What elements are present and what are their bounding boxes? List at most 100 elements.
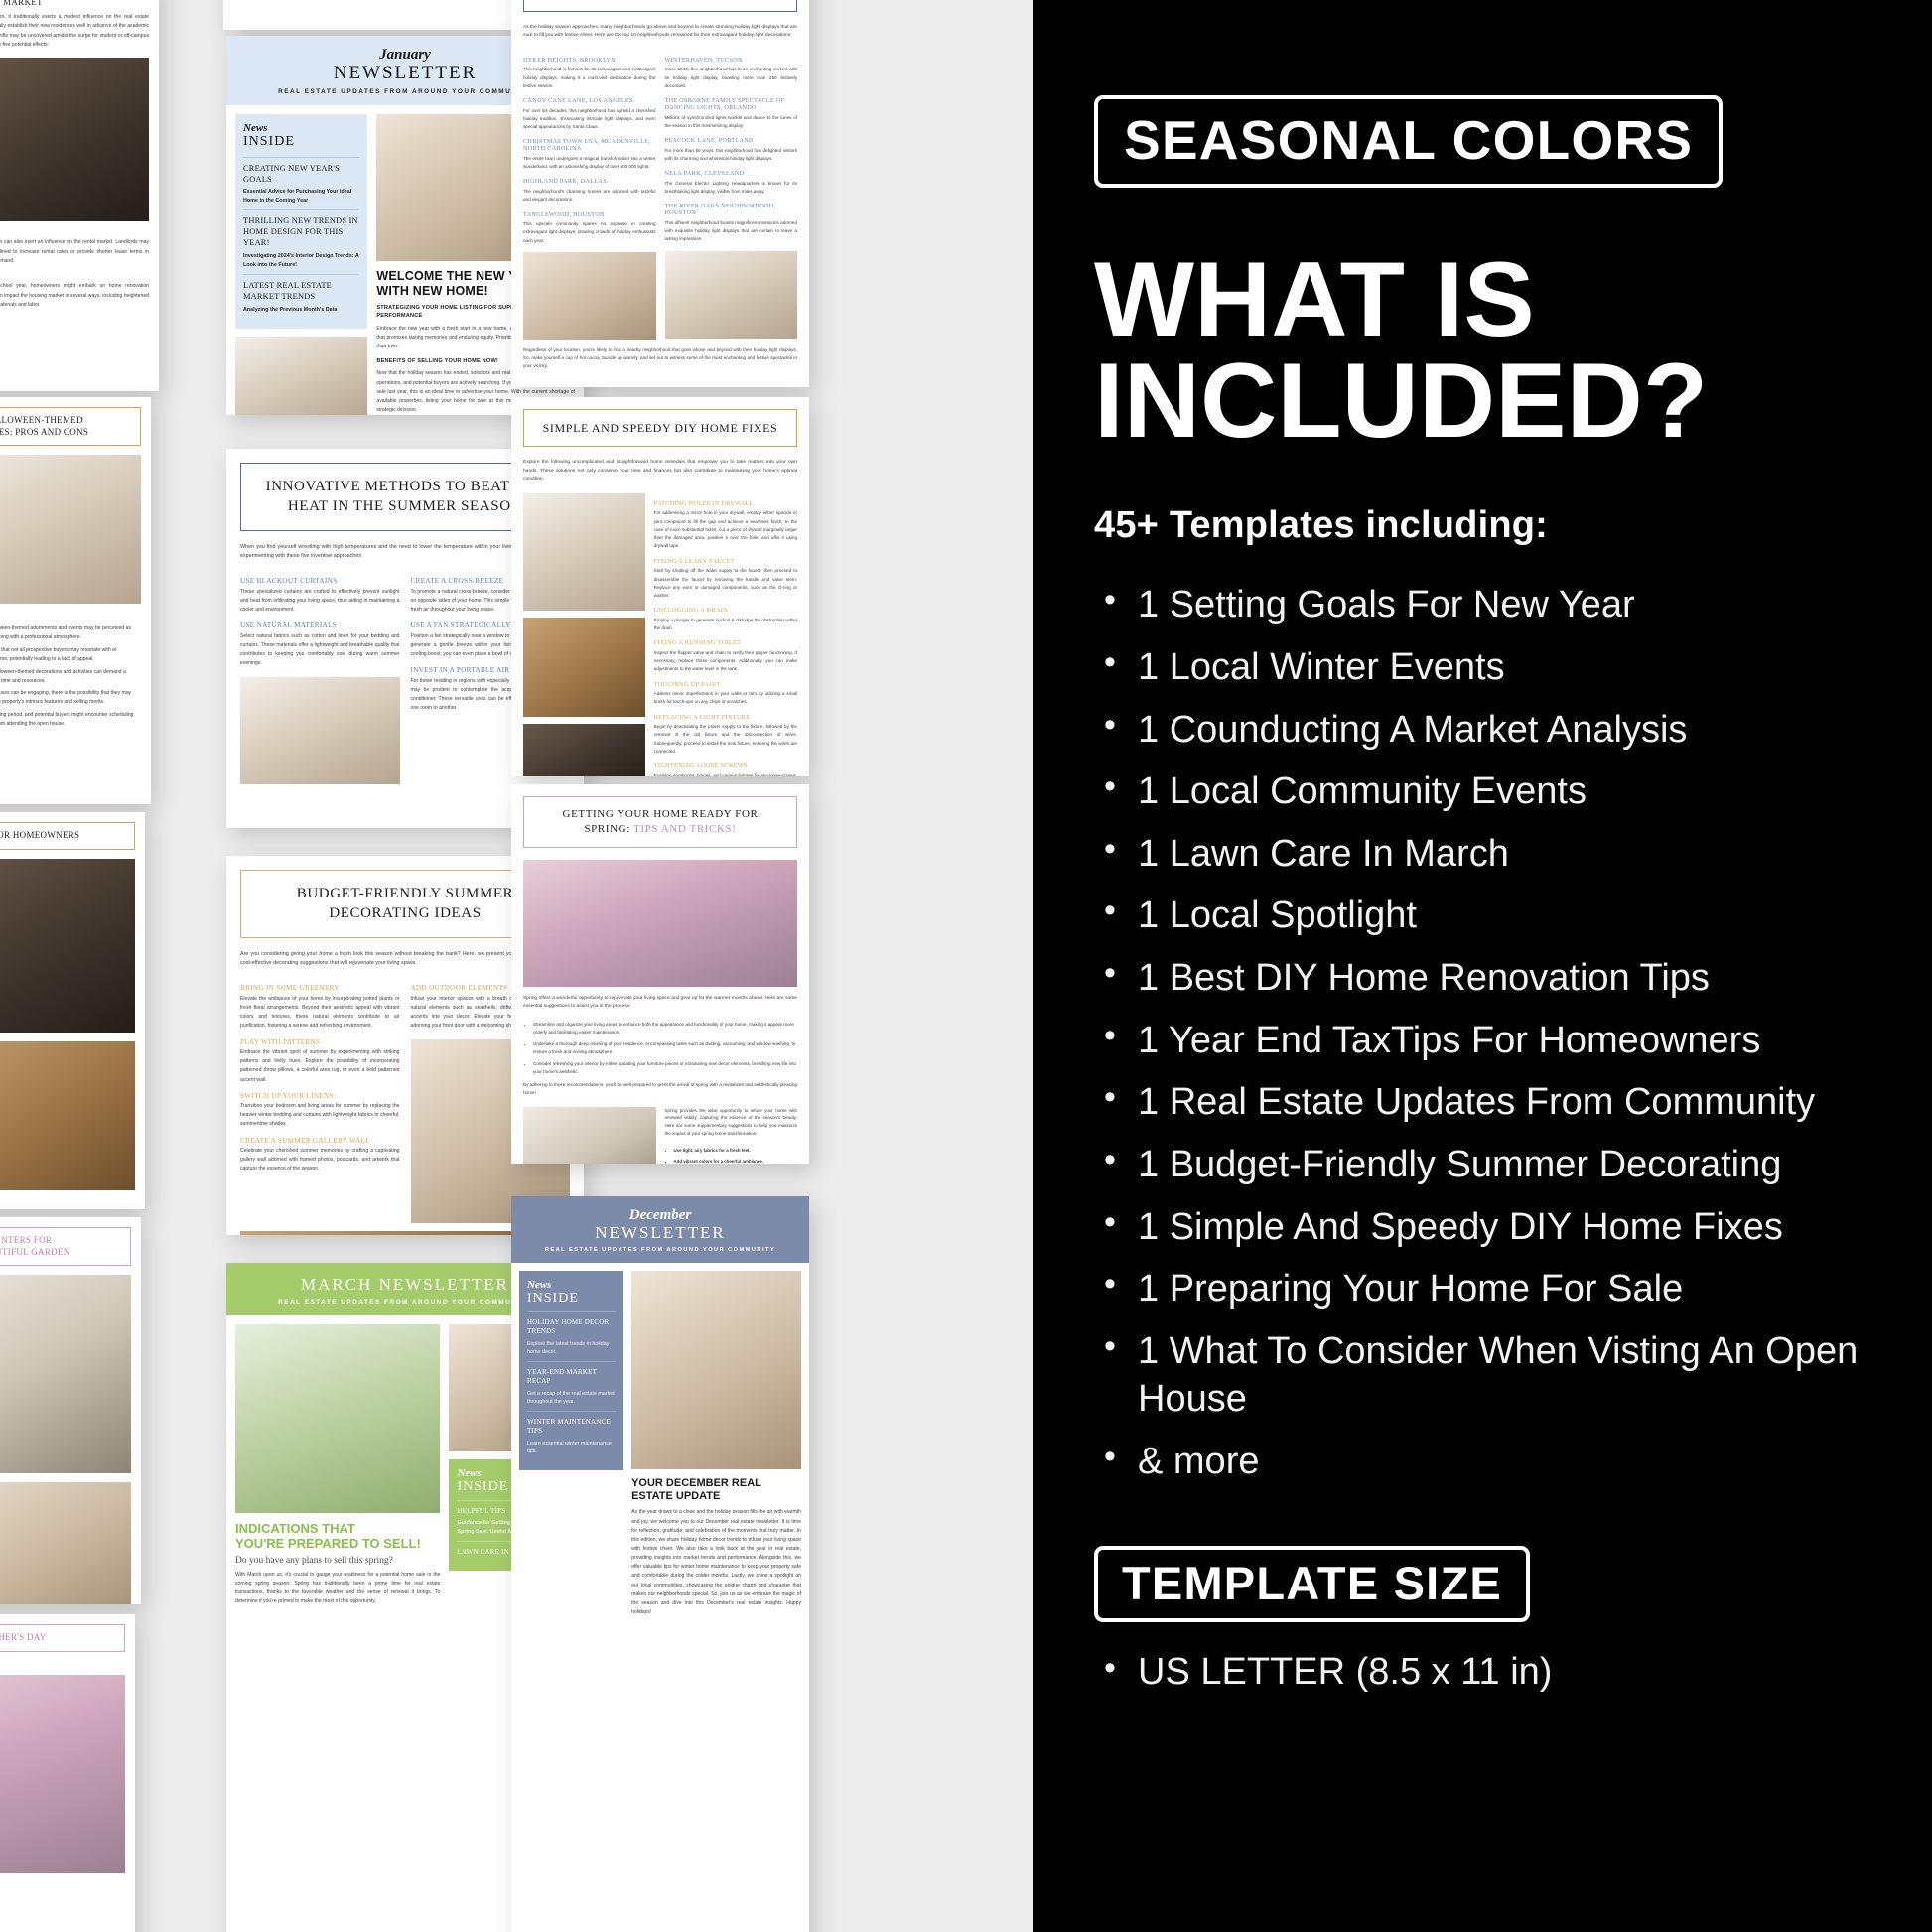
holiday-lights-title-box: BEST COMMUNITIES TO EXPLORE DAZZLING HOL… [523, 0, 797, 12]
january-photo-lower-left [235, 336, 368, 415]
list-item: 1 Counducting A Market Analysis [1094, 704, 1870, 755]
diy-entry-heading: FIXING A LEAKY FAUCET [653, 557, 736, 565]
holiday-lights-lead: As the holiday season approaches, many n… [523, 24, 797, 39]
holiday-entry-heading: CANDY CANE LANE, LOS ANGELES [523, 97, 633, 105]
december-newsletter-word: NEWSLETTER [595, 1223, 726, 1242]
halloween-cons-list: For certain individuals, Halloween-theme… [0, 624, 141, 730]
halloween-section-heading: CONS: [0, 613, 141, 621]
december-headline-line1: YOUR DECEMBER REAL [631, 1476, 761, 1489]
back-to-school-photo [0, 57, 149, 221]
list-item: 1 Local Spotlight [1094, 890, 1870, 940]
halloween-photo [0, 455, 141, 605]
spring-bullets: Streamline and organize your living area… [523, 1021, 797, 1077]
diy-entry-heading: TIGHTENING LOOSE SCREWS [653, 762, 748, 770]
budget-decor-body: Embrace the vibrant spirit of summer by … [240, 1049, 400, 1083]
budget-decor-body: Celebrate your cherished summer memories… [240, 1148, 400, 1173]
december-hero-photo [631, 1270, 801, 1469]
mothers-day-title: MOTHER'S DAY [0, 1632, 47, 1642]
list-item: HOLIDAY HOME DECOR TRENDS Explore the la… [527, 1311, 617, 1361]
diy-entry-body: Employ a plunger to generate suction & d… [653, 617, 797, 631]
holiday-entry-body: This neighborhood is famous for its extr… [523, 67, 656, 88]
list-item: CREATING NEW YEAR'S GOALS Essential Advi… [243, 156, 360, 210]
headline-line-2: INCLUDED? [1094, 340, 1709, 460]
summer-heat-body: Select natural fabrics such as cotton an… [240, 632, 400, 667]
news-item-sub: Essential Advice for Purchasing Your Ide… [243, 189, 352, 205]
list-item: Consider refreshing your interior by eit… [533, 1060, 797, 1077]
december-news-inside-label: INSIDE [527, 1290, 579, 1306]
budget-decor-heading: PLAY WITH PATTERNS [240, 1037, 321, 1046]
news-item-sub: Investigating 2024's Interior Design Tre… [243, 253, 359, 268]
holiday-entry-body: Since 1949, this neighborhood has been e… [664, 67, 798, 88]
december-news-inside-box: News INSIDE HOLIDAY HOME DECOR TRENDS Ex… [519, 1270, 624, 1471]
mockup-december-newsletter: December NEWSLETTER REAL ESTATE UPDATES … [511, 1196, 809, 1932]
spring-mid-body: By adhering to these recommendations, yo… [523, 1082, 797, 1096]
diy-entry-heading: FIXING A RUNNING TOILET [653, 639, 742, 647]
holiday-entry-body: Millions of synchronized lights twinkle … [664, 114, 798, 128]
news-item-heading: THRILLING NEW TRENDS IN HOME DESIGN FOR … [243, 216, 358, 248]
holiday-entry-heading: CHRISTMAS TOWN USA, MCADENVILLE, NORTH C… [523, 138, 651, 153]
list-item: The process of arranging Halloween-theme… [0, 668, 141, 686]
holiday-entry-heading: DYKER HEIGHTS, BROOKLYN [523, 56, 617, 64]
march-headline-line1: INDICATIONS THAT [235, 1520, 355, 1536]
holiday-entry-heading: PEACOCK LANE, PORTLAND [664, 137, 754, 145]
mockup-spring-ready: GETTING YOUR HOME READY FOR SPRING: TIPS… [511, 784, 809, 1164]
mockup-holiday-lights: BEST COMMUNITIES TO EXPLORE DAZZLING HOL… [511, 0, 809, 387]
list-item: WINTER MAINTENANCE TIPS Learn essential … [527, 1411, 617, 1460]
list-item: 1 Local Winter Events [1094, 641, 1870, 692]
list-item: While these themed open houses can be en… [0, 689, 141, 707]
news-item-heading: WINTER MAINTENANCE TIPS [527, 1418, 611, 1436]
halloween-title-line1: HALLOWEEN-THEMED [0, 415, 83, 425]
december-news-script: News [527, 1278, 552, 1291]
holiday-entry-heading: HIGHLAND PARK, DALLAS [523, 178, 607, 186]
diy-entry-heading: PATCHING HOLES IN DRYWALL [653, 499, 754, 507]
seasonal-colors-label: SEASONAL COLORS [1124, 109, 1694, 171]
spring-photo-2 [523, 1106, 656, 1164]
diy-entry-body: Examine doorknobs, hinges, and various f… [653, 772, 797, 776]
diy-lead: Explore the following uncomplicated and … [523, 460, 797, 483]
news-item-sub: Analyzing the Previous Month's Data [243, 306, 338, 313]
back-to-school-body-2: In preparation for the school year, home… [0, 283, 149, 308]
list-item: 1 Simple And Speedy DIY Home Fixes [1094, 1201, 1870, 1252]
holiday-entry-body: For more than 80 years, this neighborhoo… [664, 147, 798, 161]
list-item: Add vibrant colors for a cheerful ambian… [674, 1158, 798, 1164]
december-month-script: December [628, 1207, 692, 1223]
news-item-heading: HOLIDAY HOME DECOR TRENDS [527, 1318, 610, 1336]
diy-entry-body: Start by shutting off the water supply t… [653, 568, 797, 599]
list-item: LATEST REAL ESTATE MARKET TRENDS Analyzi… [243, 273, 360, 319]
holiday-entry-body: The entire town undergoes a magical tran… [523, 155, 656, 170]
holiday-entry-body: The General Electric Lighting Headquarte… [664, 180, 798, 194]
diy-title: SIMPLE AND SPEEDY DIY HOME FIXES [542, 421, 778, 435]
template-size-ribbon: TEMPLATE SIZE [1094, 1545, 1530, 1622]
list-item: 1 What To Consider When Visting An Open … [1094, 1325, 1870, 1424]
list-item: 1 Real Estate Updates From Community [1094, 1076, 1870, 1127]
template-size-list: US LETTER (8.5 x 11 in) [1094, 1646, 1870, 1697]
list-item: It's important to acknowledge that not a… [0, 646, 141, 664]
list-item: & more [1094, 1436, 1870, 1486]
list-item: US LETTER (8.5 x 11 in) [1094, 1646, 1870, 1697]
holiday-photo-right [664, 250, 797, 339]
spring-title-line2-plain: SPRING: [584, 822, 633, 835]
list-item: Halloween represents a bustling period, … [0, 711, 141, 729]
list-item: For certain individuals, Halloween-theme… [0, 624, 141, 642]
homeowners-title: TIPS FOR HOMEOWNERS [0, 830, 80, 840]
seasonal-colors-ribbon: SEASONAL COLORS [1094, 95, 1724, 188]
budget-decor-heading: CREATE A SUMMER GALLERY WALL [240, 1136, 370, 1145]
back-to-school-lead: The Back-to-school season, it traditiona… [0, 14, 149, 48]
diy-entry-heading: REPLACING A LIGHT FIXTURE [653, 713, 751, 721]
spring-title-line1: GETTING YOUR HOME READY FOR [562, 808, 759, 820]
mockup-mothers-day: MOTHER'S DAY [0, 1614, 135, 1932]
summer-heat-body: These specialized curtains are crafted t… [240, 588, 400, 614]
budget-decor-body: Transition your bedroom and living areas… [240, 1103, 400, 1128]
template-mockups-collage: BACK-TO-SCHOOL SEASON IMPACT ON THE REAL… [0, 0, 1033, 1932]
garden-photo-2 [0, 1482, 131, 1604]
diy-photo-1 [523, 492, 645, 611]
diy-entry-body: Inspect the flapper valve and chain to v… [653, 649, 797, 672]
holiday-entry-body: For over six decades, this neighborhood … [523, 107, 656, 130]
holiday-entry-heading: TANGLEWOOD, HOUSTON [523, 210, 605, 218]
december-newsletter-header: December NEWSLETTER REAL ESTATE UPDATES … [511, 1196, 809, 1263]
list-item: 1 Best DIY Home Renovation Tips [1094, 952, 1870, 1003]
back-to-school-heading-2: Renovations: [0, 273, 149, 280]
january-news-script: News [243, 121, 268, 134]
news-item-heading: LATEST REAL ESTATE MARKET TRENDS [243, 280, 332, 301]
news-item-heading: CREATING NEW YEAR'S GOALS [243, 163, 340, 184]
